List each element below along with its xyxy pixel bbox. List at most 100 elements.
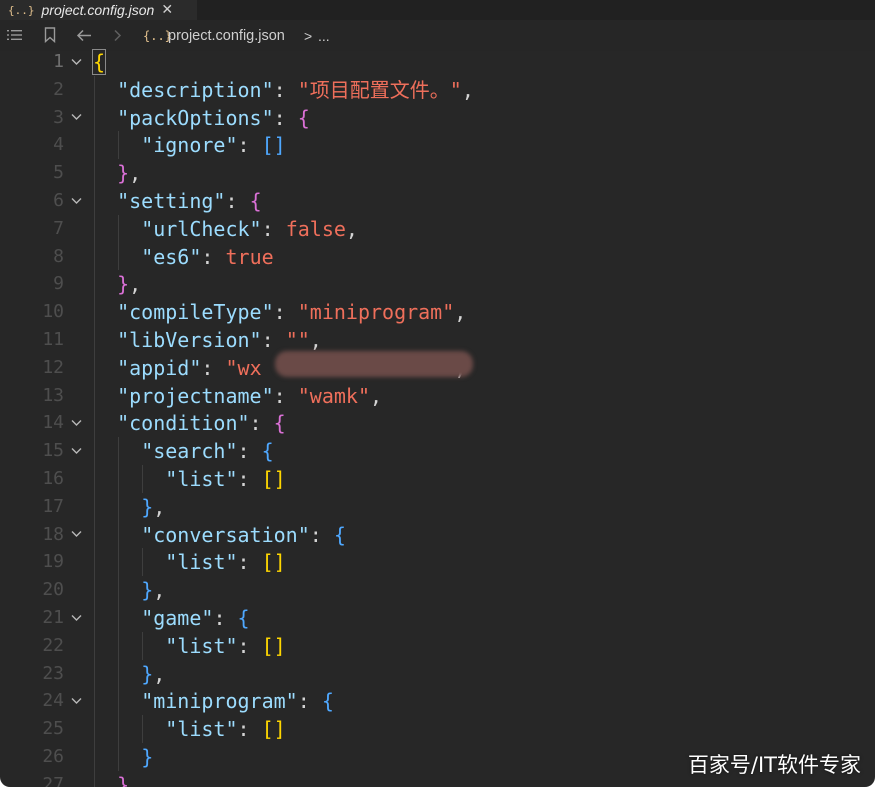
line-number: 23	[42, 662, 64, 684]
forward-chevron-icon[interactable]	[111, 29, 125, 42]
code-line[interactable]: 22 "list": []	[0, 631, 875, 660]
code-line[interactable]: 17},	[0, 492, 875, 521]
code-token: "list"	[165, 550, 238, 575]
code-token: :	[261, 216, 286, 241]
code-text: "condition": {	[117, 409, 286, 437]
code-line[interactable]: 4 "ignore": []	[0, 131, 875, 160]
fold-chevron-icon[interactable]	[71, 187, 82, 215]
code-text: },	[117, 159, 141, 187]
back-arrow-icon[interactable]	[76, 29, 92, 42]
code-text: "list": []	[165, 632, 285, 660]
fold-chevron-icon[interactable]	[71, 409, 82, 437]
indent-guide	[94, 187, 95, 215]
code-token: ,	[309, 328, 322, 352]
code-line[interactable]: 21 "game": {	[0, 604, 875, 632]
line-number: 12	[42, 356, 64, 378]
code-token: "search"	[141, 439, 238, 464]
outline-list-icon[interactable]	[7, 29, 22, 41]
code-line[interactable]: 11 "libVersion": "",	[0, 326, 875, 354]
indent-guide	[118, 715, 120, 743]
line-number: 21	[42, 607, 64, 628]
code-token: :	[237, 633, 262, 658]
code-token: {	[261, 439, 274, 464]
code-line[interactable]: 8 "es6": true	[0, 242, 875, 271]
code-token: "conversation"	[141, 522, 310, 547]
code-token: :	[237, 467, 262, 491]
code-text: "ignore": []	[141, 131, 286, 159]
editor-window: {..} project.config.json ✕ {..} project.…	[0, 0, 875, 787]
code-token: ,	[454, 300, 467, 325]
code-token: []	[261, 633, 286, 658]
code-token: }	[141, 661, 154, 686]
indent-guide	[94, 131, 95, 160]
code-token: ,	[153, 578, 166, 603]
code-line[interactable]: 14 "condition": {	[0, 409, 875, 438]
tab-strip: {..} project.config.json ✕	[0, 0, 875, 20]
indent-guide	[142, 715, 144, 743]
code-token: :	[213, 606, 238, 630]
code-line[interactable]: 20},	[0, 576, 875, 604]
code-line[interactable]: 25 "list": []	[0, 715, 875, 743]
code-token: :	[201, 244, 226, 269]
code-token: "compileType"	[117, 300, 274, 325]
code-editor[interactable]: 1{2 "description": "项目配置文件。", 3 "packOption…	[0, 48, 875, 787]
code-token: :	[273, 383, 298, 408]
code-line[interactable]: 3 "packOptions": {	[0, 103, 875, 132]
indent-guide	[94, 743, 95, 771]
indent-guide	[94, 437, 95, 465]
indent-guide	[94, 214, 95, 243]
code-text: },	[141, 576, 165, 604]
line-number: 3	[53, 106, 64, 128]
breadcrumb-more[interactable]: ...	[318, 28, 330, 44]
code-line[interactable]: 5},	[0, 159, 875, 187]
code-token: :	[237, 133, 262, 158]
code-line[interactable]: 18 "conversation": {	[0, 520, 875, 549]
code-token: "appid"	[117, 355, 202, 380]
code-line[interactable]: 7 "urlCheck": false,	[0, 214, 875, 243]
fold-chevron-icon[interactable]	[71, 521, 82, 549]
line-number: 9	[53, 273, 64, 295]
line-number: 16	[42, 468, 64, 489]
code-text: },	[141, 493, 165, 521]
indent-guide	[118, 492, 120, 521]
tab-project-config[interactable]: {..} project.config.json ✕	[0, 0, 197, 20]
code-token: []	[261, 550, 286, 575]
indent-guide	[94, 548, 95, 577]
code-text: "list": []	[165, 715, 285, 743]
code-line[interactable]: 10 "compileType": "miniprogram",	[0, 298, 875, 326]
fold-chevron-icon[interactable]	[71, 687, 82, 715]
code-text: "description": "项目配置文件。",	[117, 76, 474, 104]
code-line[interactable]: 13 "projectname": "wamk",	[0, 381, 875, 410]
fold-chevron-icon[interactable]	[71, 48, 82, 76]
indent-guide	[142, 548, 144, 577]
fold-chevron-icon[interactable]	[71, 104, 82, 132]
code-line[interactable]: 9},	[0, 270, 875, 299]
code-line[interactable]: 2 "description": "项目配置文件。",	[0, 75, 875, 104]
bookmark-icon[interactable]	[44, 27, 56, 43]
line-number: 7	[53, 217, 64, 239]
code-token: "packOptions"	[117, 105, 274, 130]
line-number: 4	[53, 134, 64, 156]
code-token: }	[141, 745, 154, 769]
code-line[interactable]: 19 "list": []	[0, 548, 875, 577]
indent-guide	[94, 715, 95, 743]
code-line[interactable]: 1{	[0, 48, 875, 76]
code-line[interactable]: 24 "miniprogram": {	[0, 687, 875, 716]
indent-guide	[118, 659, 120, 688]
fold-chevron-icon[interactable]	[71, 437, 82, 465]
code-token: "miniprogram"	[297, 300, 455, 325]
indent-guide	[118, 131, 120, 160]
code-line[interactable]: 16 "list": []	[0, 465, 875, 493]
code-token: "urlCheck"	[141, 216, 262, 241]
code-token: ,	[153, 494, 166, 519]
code-line[interactable]: 15 "search": {	[0, 437, 875, 465]
code-line[interactable]: 6 "setting": {	[0, 187, 875, 215]
breadcrumb-file[interactable]: project.config.json	[168, 28, 285, 44]
redacted-appid	[275, 351, 473, 377]
line-number: 1	[53, 51, 64, 72]
code-token: true	[225, 244, 274, 269]
fold-chevron-icon[interactable]	[71, 604, 82, 632]
close-icon[interactable]: ✕	[161, 2, 173, 18]
code-token: :	[261, 328, 286, 352]
code-line[interactable]: 23},	[0, 659, 875, 688]
